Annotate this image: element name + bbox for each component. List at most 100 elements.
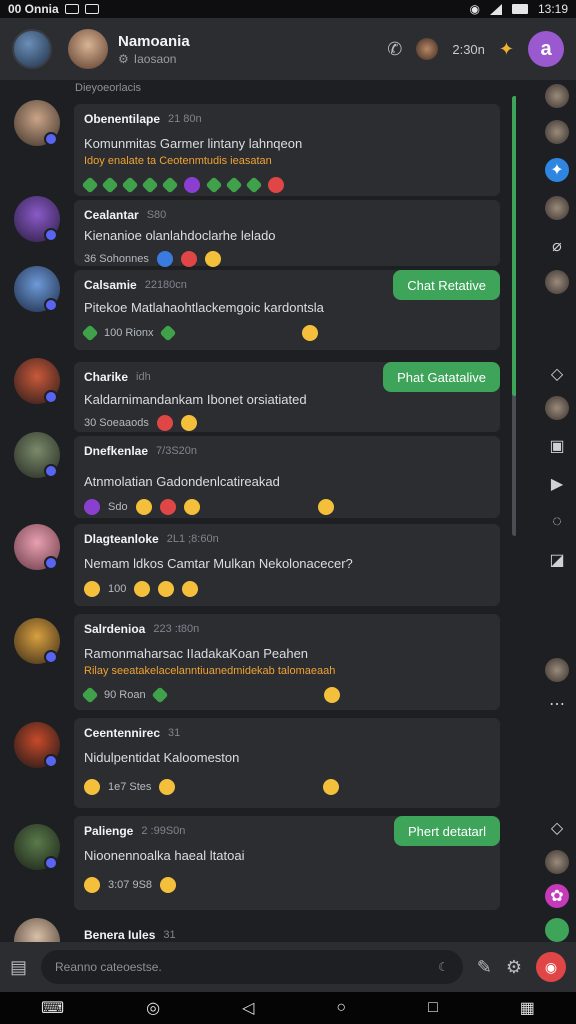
profile-button[interactable]: a: [528, 31, 564, 67]
input-placeholder: Reanno cateoestse.: [55, 960, 162, 974]
message-input[interactable]: Reanno cateoestse. ☾: [41, 950, 463, 984]
message-highlight: Rilay seeatakelacelanntiuanedmidekab tal…: [84, 665, 336, 677]
message-card[interactable]: Salrdenioa 223 :t80n Ramonmaharsac IIadak…: [74, 614, 500, 710]
reaction-row[interactable]: 90 Roan: [81, 686, 490, 704]
notification-icon: [64, 4, 79, 14]
rail-avatar[interactable]: [545, 120, 569, 144]
emoji-icon[interactable]: ✿: [545, 884, 569, 908]
status-right: ◉ 13:19: [469, 2, 568, 16]
send-icon[interactable]: ◉: [536, 952, 566, 982]
channel-avatar[interactable]: [68, 29, 108, 69]
rail-avatar[interactable]: [545, 196, 569, 220]
reaction-row[interactable]: 36 Sohonnes: [84, 251, 490, 267]
message-time: 21 80n: [168, 113, 202, 125]
chat-relative-button[interactable]: Phert detatarl: [393, 816, 500, 846]
reaction-row[interactable]: 1e7 Stes: [84, 779, 490, 795]
edit-icon[interactable]: ✎: [477, 957, 492, 978]
rail-avatar[interactable]: [545, 396, 569, 420]
fire-icon[interactable]: ✦: [499, 39, 514, 60]
author-name[interactable]: Ceentennirec: [84, 726, 160, 740]
status-icon[interactable]: [545, 918, 569, 942]
channel-subtitle-text: Iaosaon: [133, 51, 177, 66]
image-icon[interactable]: ▣: [545, 434, 569, 458]
back-icon[interactable]: ◁: [242, 998, 254, 1018]
reaction-count: 90 Roan: [104, 689, 146, 701]
author-name[interactable]: Palienge: [84, 824, 133, 838]
link-icon[interactable]: ⌀: [545, 234, 569, 258]
reaction-count: 100 Rionx: [104, 327, 154, 339]
rail-avatar[interactable]: [545, 84, 569, 108]
channel-info[interactable]: Namoania ⚙ Iaosaon: [118, 33, 190, 66]
home-icon[interactable]: ○: [336, 999, 346, 1017]
message-text: Komunmitas Garmer lintany lahnqeon: [84, 136, 303, 151]
reaction-row[interactable]: [81, 176, 490, 194]
message-composer: ▤ Reanno cateoestse. ☾ ✎ ⚙ ◉: [0, 942, 576, 992]
attach-icon[interactable]: ▤: [10, 957, 27, 978]
reaction-row[interactable]: 3:07 9S8: [84, 877, 490, 893]
pin-icon[interactable]: ◇: [545, 816, 569, 840]
message-time: 22180cn: [144, 279, 187, 291]
message-time: 31: [163, 929, 176, 941]
status-left: 00 Onnia: [8, 2, 99, 16]
reaction-row[interactable]: 30 Soeaaods: [84, 415, 490, 431]
chat-icon[interactable]: ◌: [545, 510, 569, 534]
message-text: Nidulpentidat Kaloomeston: [84, 750, 240, 765]
message-card[interactable]: Dlagteanloke 2L1 ;8:60n Nemam ldkos Camta…: [74, 524, 500, 606]
message-card[interactable]: Obenentilape 21 80n Komunmitas Garmer lin…: [74, 104, 500, 196]
chat-relative-button[interactable]: Phat Gatatalive: [383, 362, 500, 392]
message-time: 31: [168, 727, 181, 739]
rail-avatar[interactable]: [545, 850, 569, 874]
reaction-count: 30 Soeaaods: [84, 417, 149, 429]
discover-icon[interactable]: ✦: [545, 158, 569, 182]
message-text: Nioonennoalka haeal ltatoai: [84, 848, 245, 863]
status-text: 00 Onnia: [8, 2, 59, 16]
rail-avatar[interactable]: [545, 270, 569, 294]
message-text: Nemam ldkos Camtar Mulkan Nekolonacecer?: [84, 556, 353, 571]
message-text: Kienanioe olanlahdoclarhe lelado: [84, 228, 276, 243]
badge-icon: [44, 390, 58, 404]
reaction-row[interactable]: Sdo: [84, 499, 490, 515]
reaction-count: 3:07 9S8: [108, 879, 153, 891]
qr-icon[interactable]: ▦: [520, 998, 535, 1018]
recents-icon[interactable]: □: [428, 999, 438, 1017]
members-icon: ⚙: [118, 51, 129, 66]
moon-icon[interactable]: ☾: [438, 960, 449, 974]
rail-avatar[interactable]: [545, 658, 569, 682]
reaction-row[interactable]: 100 Rionx: [81, 324, 490, 342]
message-text: Ramonmaharsac IIadakaKoan Peahen: [84, 646, 309, 661]
author-name[interactable]: Salrdenioa: [84, 622, 145, 636]
sticker-icon[interactable]: ◪: [545, 548, 569, 572]
channel-topline: Dieyoeorlacis: [75, 82, 142, 94]
author-name[interactable]: Dnefkenlae: [84, 444, 148, 458]
video-icon[interactable]: ▶: [545, 472, 569, 496]
phone-icon[interactable]: ✆: [387, 39, 402, 60]
pin-icon[interactable]: ◇: [545, 362, 569, 386]
camera-icon[interactable]: ◎: [146, 998, 160, 1018]
reaction-row[interactable]: 100: [84, 581, 490, 597]
member-avatar[interactable]: [416, 38, 439, 60]
author-name[interactable]: Obenentilape: [84, 112, 160, 126]
message-card[interactable]: Cealantar S80 Kienanioe olanlahdoclarhe l…: [74, 200, 500, 267]
badge-icon: [44, 856, 58, 870]
message-time: 2L1 ;8:60n: [166, 533, 219, 545]
header-actions: ✆ 2:30n ✦ a: [387, 31, 564, 67]
badge-icon: [44, 556, 58, 570]
settings-icon[interactable]: ⚙: [506, 957, 522, 978]
signal-icon: [489, 3, 502, 15]
author-name[interactable]: Dlagteanloke: [84, 532, 159, 546]
message-card[interactable]: Dnefkenlae 7/3S20n Atnmolatian Gadondenlc…: [74, 436, 500, 518]
author-name[interactable]: Charike: [84, 370, 128, 384]
message-card[interactable]: Benera Iules 31: [74, 920, 500, 942]
chat-relative-button[interactable]: Chat Retative: [393, 270, 500, 300]
channel-subtitle: ⚙ Iaosaon: [118, 52, 190, 66]
message-text: Atnmolatian Gadondenlcatireakad: [84, 474, 280, 489]
author-name[interactable]: Calsamie: [84, 278, 137, 292]
author-name[interactable]: Cealantar: [84, 208, 139, 222]
more-icon[interactable]: ⋯: [545, 692, 569, 716]
author-name[interactable]: Benera Iules: [84, 928, 155, 942]
keyboard-icon[interactable]: ⌨: [41, 998, 64, 1018]
message-card[interactable]: Ceentennirec 31 Nidulpentidat Kaloomeston…: [74, 718, 500, 808]
battery-icon: [511, 4, 528, 14]
reaction-count: 100: [108, 583, 127, 595]
back-avatar-icon[interactable]: [12, 29, 52, 69]
